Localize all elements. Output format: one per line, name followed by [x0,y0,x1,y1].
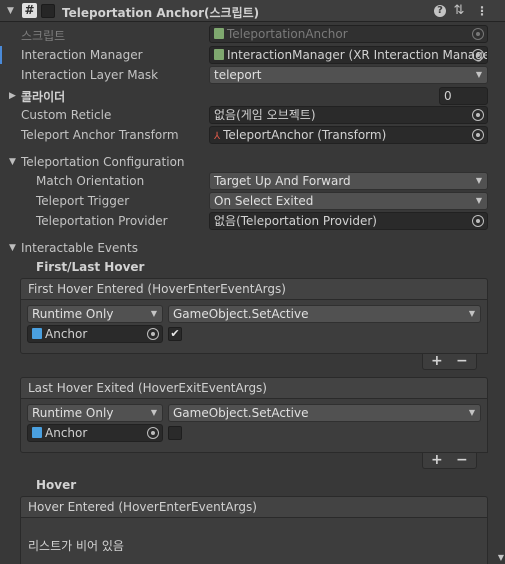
object-picker-icon[interactable] [472,129,484,141]
teleport-anchor-transform-field[interactable]: ⅄ TeleportAnchor (Transform) [209,126,488,144]
foldout-arrow-icon[interactable]: ▼ [7,6,14,16]
presets-icon[interactable]: ⇅ [452,4,466,18]
custom-reticle-label: Custom Reticle [21,108,112,122]
help-icon[interactable]: ? [434,5,446,17]
foldout-arrow-icon[interactable]: ▼ [9,157,16,167]
interaction-layer-mask-dropdown[interactable]: teleport ▼ [209,66,488,84]
remove-icon[interactable]: − [456,452,468,468]
last-hover-exited-header: Last Hover Exited (HoverExitEventArgs) [20,377,488,399]
hover-label: Hover [36,478,77,492]
chevron-down-icon: ▼ [150,309,157,318]
last-hover-function-dropdown[interactable]: GameObject.SetActive ▼ [168,404,481,422]
foldout-arrow-icon[interactable]: ▼ [9,243,16,253]
chevron-down-icon: ▼ [475,176,482,185]
remove-icon[interactable]: − [456,353,468,369]
scroll-down-arrow-icon[interactable]: ▼ [498,553,504,562]
teleportation-provider-label: Teleportation Provider [36,214,168,228]
inspector-scrollbar[interactable]: ▼ [497,22,505,564]
teleportation-provider-field[interactable]: 없음(Teleportation Provider) [209,212,488,230]
runtime-value: Runtime Only [32,406,114,420]
chevron-down-icon: ▼ [150,408,157,417]
match-orientation-label: Match Orientation [36,174,145,188]
cube-icon [32,427,42,438]
teleport-anchor-transform-value: TeleportAnchor (Transform) [223,128,387,142]
first-hover-list-controls: + − [422,353,477,370]
chevron-down-icon: ▼ [468,309,475,318]
last-hover-list-controls: + − [422,452,477,469]
object-picker-icon [472,28,484,40]
last-hover-runtime-dropdown[interactable]: Runtime Only ▼ [27,404,163,422]
object-value: Anchor [45,327,88,341]
object-picker-icon[interactable] [472,49,484,61]
object-value: Anchor [45,426,88,440]
more-options-icon[interactable]: ⋮ [475,4,489,18]
teleportation-provider-value: 없음(Teleportation Provider) [214,214,377,228]
custom-reticle-value: 없음(게임 오브젝트) [214,108,316,122]
interaction-manager-field[interactable]: InteractionManager (XR Interaction Manag… [209,46,488,64]
object-picker-icon[interactable] [147,328,159,340]
last-hover-setactive-checkbox[interactable] [168,426,182,440]
empty-list-text: 리스트가 비어 있음 [28,539,124,553]
component-header[interactable]: ▼ # Teleportation Anchor(스크립트) ? ⇅ ⋮ [0,0,505,22]
script-field: TeleportationAnchor [209,25,488,43]
match-orientation-dropdown[interactable]: Target Up And Forward ▼ [209,172,488,190]
interaction-layer-mask-value: teleport [214,68,262,82]
first-hover-setactive-checkbox[interactable]: ✔ [168,327,182,341]
script-label: 스크립트 [21,29,66,43]
script-value: TeleportationAnchor [227,27,348,41]
add-icon[interactable]: + [431,353,443,369]
script-asset-icon [214,49,224,60]
interactable-events-label: Interactable Events [21,241,138,255]
function-value: GameObject.SetActive [173,406,309,420]
interaction-manager-label: Interaction Manager [21,48,143,62]
colliders-label: 콜라이더 [21,90,66,104]
colliders-count-field[interactable]: 0 [439,87,488,105]
first-last-hover-label: First/Last Hover [36,260,145,274]
focus-indicator [0,46,2,64]
add-icon[interactable]: + [431,452,443,468]
object-picker-icon[interactable] [472,109,484,121]
teleport-trigger-label: Teleport Trigger [36,194,130,208]
script-asset-icon [214,28,224,39]
object-picker-icon[interactable] [472,215,484,227]
chevron-down-icon: ▼ [468,408,475,417]
interaction-layer-mask-label: Interaction Layer Mask [21,68,159,82]
component-enable-toggle[interactable] [41,4,55,18]
chevron-down-icon: ▼ [475,196,482,205]
interaction-manager-value: InteractionManager (XR Interaction Manag… [227,48,488,62]
function-value: GameObject.SetActive [173,307,309,321]
first-hover-object-field[interactable]: Anchor [27,325,163,343]
first-hover-function-dropdown[interactable]: GameObject.SetActive ▼ [168,305,481,323]
component-title: Teleportation Anchor(스크립트) [62,6,260,20]
first-hover-entered-header: First Hover Entered (HoverEnterEventArgs… [20,278,488,300]
teleport-trigger-value: On Select Exited [214,194,314,208]
custom-reticle-field[interactable]: 없음(게임 오브젝트) [209,106,488,124]
teleport-anchor-transform-label: Teleport Anchor Transform [21,128,179,142]
foldout-arrow-right-icon[interactable]: ▶ [9,91,16,101]
runtime-value: Runtime Only [32,307,114,321]
match-orientation-value: Target Up And Forward [214,174,351,188]
teleportation-configuration-label: Teleportation Configuration [21,155,185,169]
last-hover-object-field[interactable]: Anchor [27,424,163,442]
object-picker-icon[interactable] [147,427,159,439]
cube-icon [32,328,42,339]
hover-entered-header: Hover Entered (HoverEnterEventArgs) [20,496,488,518]
chevron-down-icon: ▼ [475,70,482,79]
teleport-trigger-dropdown[interactable]: On Select Exited ▼ [209,192,488,210]
transform-icon: ⅄ [214,131,221,142]
script-component-icon: # [22,3,37,18]
first-hover-runtime-dropdown[interactable]: Runtime Only ▼ [27,305,163,323]
